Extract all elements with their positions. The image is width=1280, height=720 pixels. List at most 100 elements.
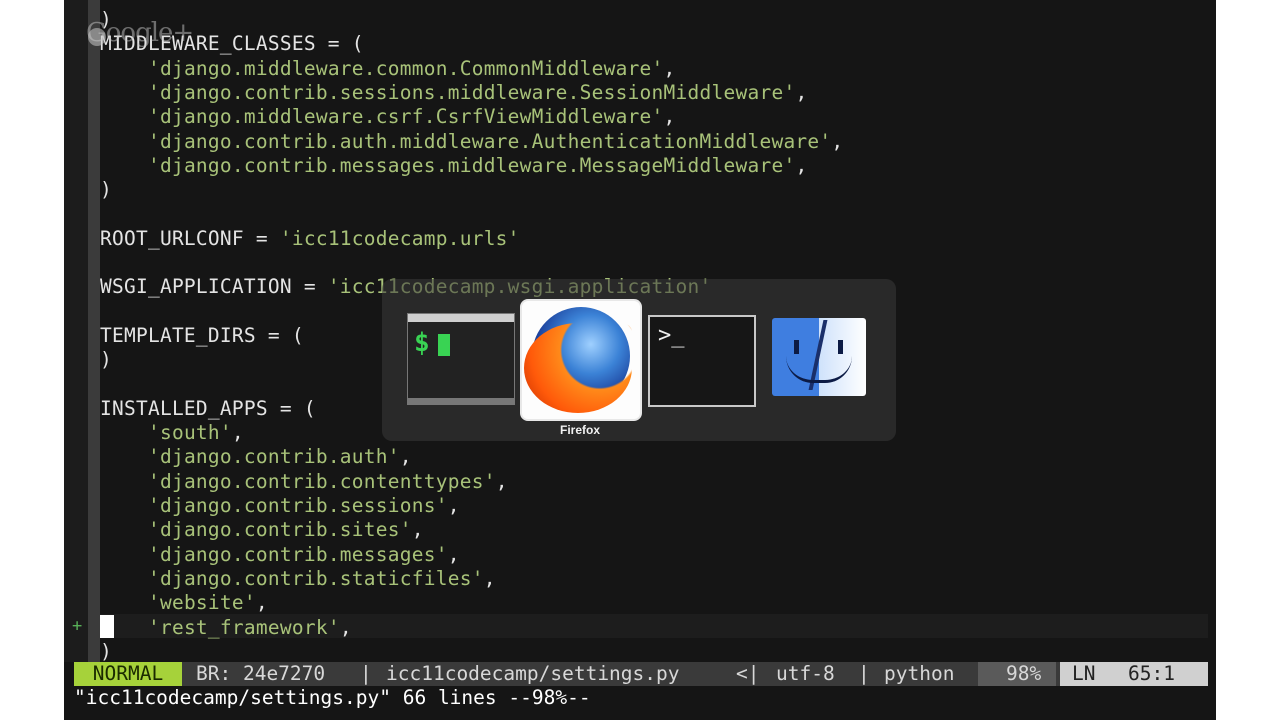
code-text: TEMPLATE_DIRS = ( (100, 323, 304, 347)
status-separator: <| (736, 662, 760, 685)
code-punctuation: , (411, 518, 424, 542)
code-punctuation: , (399, 445, 412, 469)
code-punctuation: , (495, 469, 508, 493)
code-punctuation: , (795, 153, 808, 177)
code-line: 'rest_framework', (100, 616, 352, 640)
string-literal: 'django.middleware.common.CommonMiddlewa… (147, 56, 664, 80)
app-switcher-terminal-green[interactable]: $ (407, 313, 515, 405)
code-punctuation: , (831, 129, 844, 153)
finder-eye-icon (838, 340, 843, 354)
code-line: 'website', (100, 591, 268, 615)
terminal-window: + ) MIDDLEWARE_CLASSES = ( 'django.middle… (64, 0, 1216, 720)
terminal-green-icon: $ (414, 328, 430, 358)
git-branch: BR: 24e7270 (196, 662, 326, 685)
string-literal: 'django.middleware.csrf.CsrfViewMiddlewa… (147, 105, 664, 129)
line-label: LN (1072, 662, 1096, 685)
string-literal: 'django.contrib.sessions.middleware.Sess… (147, 80, 796, 104)
cursor-position-box: LN 65:1 (1060, 662, 1208, 686)
code-text: WSGI_APPLICATION = (100, 275, 328, 299)
string-literal: 'website' (147, 591, 256, 615)
string-literal: 'django.contrib.staticfiles' (147, 566, 484, 590)
code-line: 'django.contrib.sessions.middleware.Sess… (100, 81, 807, 105)
terminal-icon: >_ (658, 323, 685, 348)
file-type: python (884, 662, 955, 685)
code-line: 'django.contrib.staticfiles', (100, 567, 496, 591)
code-text: ) (100, 639, 112, 663)
code-line: 'django.contrib.contenttypes', (100, 470, 508, 494)
firefox-icon (524, 323, 632, 413)
code-line: 'django.contrib.auth.middleware.Authenti… (100, 130, 843, 154)
string-literal: 'django.contrib.sessions' (147, 494, 448, 517)
code-line: 'django.middleware.common.CommonMiddlewa… (100, 57, 676, 81)
text-cursor (100, 615, 114, 638)
code-line: 'django.contrib.sites', (100, 518, 424, 542)
command-line-message: "icc11codecamp/settings.py" 66 lines --9… (74, 686, 591, 709)
line-number-gutter (88, 0, 100, 662)
app-switcher-firefox[interactable] (520, 299, 642, 421)
string-literal: 'django.contrib.auth.middleware.Authenti… (147, 129, 832, 153)
code-line: TEMPLATE_DIRS = ( (100, 324, 304, 348)
string-literal: 'django.contrib.auth' (147, 445, 400, 469)
string-literal: 'icc11codecamp.urls' (279, 226, 520, 250)
code-line: ) (100, 640, 112, 664)
terminal-cursor-icon (438, 334, 450, 356)
code-line: INSTALLED_APPS = ( (100, 397, 316, 421)
code-line: ) (100, 348, 112, 372)
app-switcher-finder[interactable] (772, 318, 866, 396)
code-text: ROOT_URLCONF = (100, 226, 280, 250)
code-punctuation: , (231, 421, 244, 445)
window-titlebar (408, 314, 514, 322)
code-punctuation: , (663, 105, 676, 129)
status-separator: | (360, 662, 372, 685)
code-punctuation: , (447, 542, 460, 566)
git-added-sign: + (72, 616, 83, 636)
vim-statusline: NORMAL BR: 24e7270 | icc11codecamp/setti… (74, 662, 1208, 686)
code-punctuation: , (339, 615, 352, 639)
code-punctuation: , (447, 494, 460, 517)
code-line: ) (100, 178, 112, 202)
code-punctuation: , (663, 56, 676, 80)
code-line: 'django.contrib.sessions', (100, 494, 460, 518)
mode-indicator: NORMAL (74, 662, 182, 686)
string-literal: 'django.contrib.contenttypes' (147, 469, 496, 493)
string-literal: 'django.contrib.messages.middleware.Mess… (147, 153, 796, 177)
google-plus-watermark: Google+ (86, 18, 194, 48)
window-bottombar (408, 398, 514, 404)
string-literal: 'south' (147, 421, 232, 445)
app-switcher-terminal[interactable]: >_ (648, 315, 756, 407)
code-text: ) (100, 178, 112, 202)
string-literal: 'django.contrib.messages' (147, 542, 448, 566)
finder-smile-icon (786, 356, 852, 383)
code-punctuation: , (255, 591, 268, 615)
status-separator: | (858, 662, 870, 685)
selected-app-label: Firefox (559, 423, 600, 437)
code-line: ROOT_URLCONF = 'icc11codecamp.urls' (100, 227, 520, 251)
file-encoding: utf-8 (776, 662, 835, 685)
code-line: 'django.contrib.messages.middleware.Mess… (100, 154, 807, 178)
scroll-percent: 98% (1006, 662, 1042, 685)
finder-eye-icon (794, 340, 799, 354)
code-punctuation: , (483, 566, 496, 590)
code-text: INSTALLED_APPS = ( (100, 396, 316, 420)
string-literal: 'django.contrib.sites' (147, 518, 412, 542)
code-line: 'django.middleware.csrf.CsrfViewMiddlewa… (100, 105, 676, 129)
code-text: ) (100, 348, 112, 372)
cursor-position: 65:1 (1128, 662, 1175, 685)
code-line: 'south', (100, 421, 244, 445)
string-literal: 'rest_framework' (147, 615, 340, 639)
scroll-percent-box: 98% (978, 662, 1056, 686)
file-name: icc11codecamp/settings.py (386, 662, 680, 685)
